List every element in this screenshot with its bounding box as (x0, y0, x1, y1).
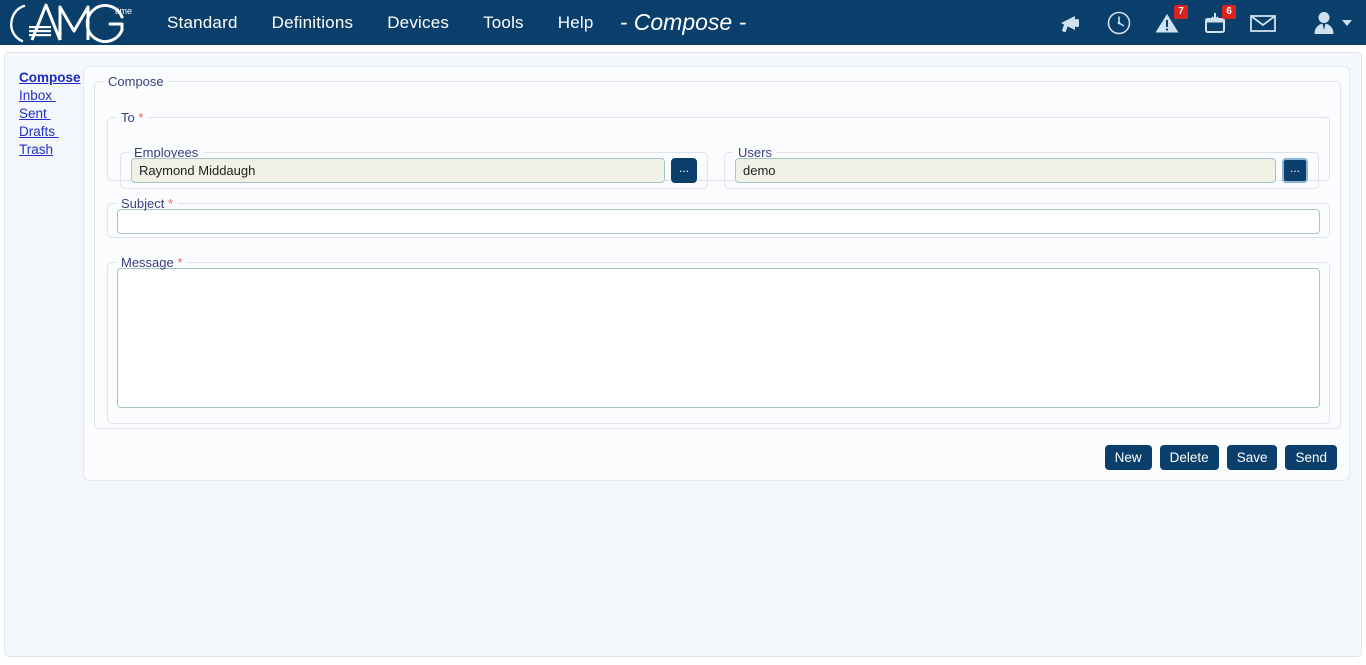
employees-picker-button[interactable]: ... (671, 158, 697, 183)
user-menu[interactable] (1311, 10, 1352, 36)
amg-time-logo[interactable]: time (2, 0, 147, 45)
new-button[interactable]: New (1104, 445, 1152, 470)
sidebar-item-drafts[interactable]: Drafts (19, 123, 89, 141)
message-legend: Message * (116, 255, 187, 270)
subject-legend-text: Subject (121, 196, 165, 211)
users-input[interactable] (735, 158, 1276, 183)
message-textarea[interactable] (117, 268, 1320, 408)
warning-triangle-icon[interactable]: 7 (1153, 4, 1188, 37)
compose-fieldset: Compose To * Employees ... (94, 74, 1341, 429)
users-fieldset: Users ... (724, 145, 1319, 189)
users-picker-button[interactable]: ... (1282, 158, 1308, 183)
to-legend: To * (116, 110, 148, 125)
message-required-mark: * (177, 255, 183, 270)
to-fieldset: To * Employees ... Users (107, 110, 1330, 189)
warning-badge-count: 7 (1174, 4, 1188, 19)
message-fieldset: Message * (107, 255, 1330, 424)
navbar-icon-tray: 7 6 (1057, 0, 1358, 45)
clock-icon[interactable] (1105, 9, 1133, 37)
mail-sidebar: Compose Inbox Sent Drafts Trash (19, 69, 89, 159)
to-required-mark: * (138, 110, 144, 125)
avatar (1314, 11, 1334, 34)
sidebar-item-trash[interactable]: Trash (19, 141, 89, 159)
users-row: ... (725, 158, 1318, 183)
nav-item-help[interactable]: Help (558, 13, 594, 33)
svg-text:time: time (115, 6, 132, 16)
sidebar-item-sent[interactable]: Sent (19, 105, 89, 123)
save-button[interactable]: Save (1226, 445, 1278, 470)
calendar-badge-count: 6 (1222, 4, 1236, 19)
nav-item-definitions[interactable]: Definitions (272, 13, 354, 33)
calendar-icon[interactable]: 6 (1201, 4, 1236, 37)
employees-fieldset: Employees ... (120, 145, 708, 189)
message-legend-text: Message (121, 255, 174, 270)
subject-input[interactable] (117, 209, 1320, 234)
chevron-down-icon[interactable] (1342, 19, 1352, 26)
employees-row: ... (121, 158, 707, 183)
subject-required-mark: * (168, 196, 174, 211)
subject-legend: Subject * (116, 196, 178, 211)
nav-item-devices[interactable]: Devices (387, 13, 449, 33)
send-button[interactable]: Send (1285, 445, 1337, 470)
content-area: Compose Inbox Sent Drafts Trash Compose … (4, 52, 1362, 657)
delete-button[interactable]: Delete (1159, 445, 1219, 470)
sidebar-item-compose[interactable]: Compose (19, 69, 89, 87)
nav-item-tools[interactable]: Tools (483, 13, 524, 33)
employees-input[interactable] (131, 158, 665, 183)
envelope-icon[interactable] (1249, 9, 1277, 37)
subject-fieldset: Subject * (107, 196, 1330, 238)
main-menu: Standard Definitions Devices Tools Help (167, 13, 594, 33)
action-button-bar: New Delete Save Send (1104, 445, 1337, 470)
to-legend-text: To (121, 110, 135, 125)
compose-card: Compose To * Employees ... (83, 66, 1350, 481)
page-body: Compose Inbox Sent Drafts Trash Compose … (0, 45, 1366, 665)
top-navbar: time Standard Definitions Devices Tools … (0, 0, 1366, 45)
sidebar-item-inbox[interactable]: Inbox (19, 87, 89, 105)
nav-item-standard[interactable]: Standard (167, 13, 238, 33)
megaphone-icon[interactable] (1057, 9, 1085, 37)
compose-legend: Compose (108, 74, 164, 89)
